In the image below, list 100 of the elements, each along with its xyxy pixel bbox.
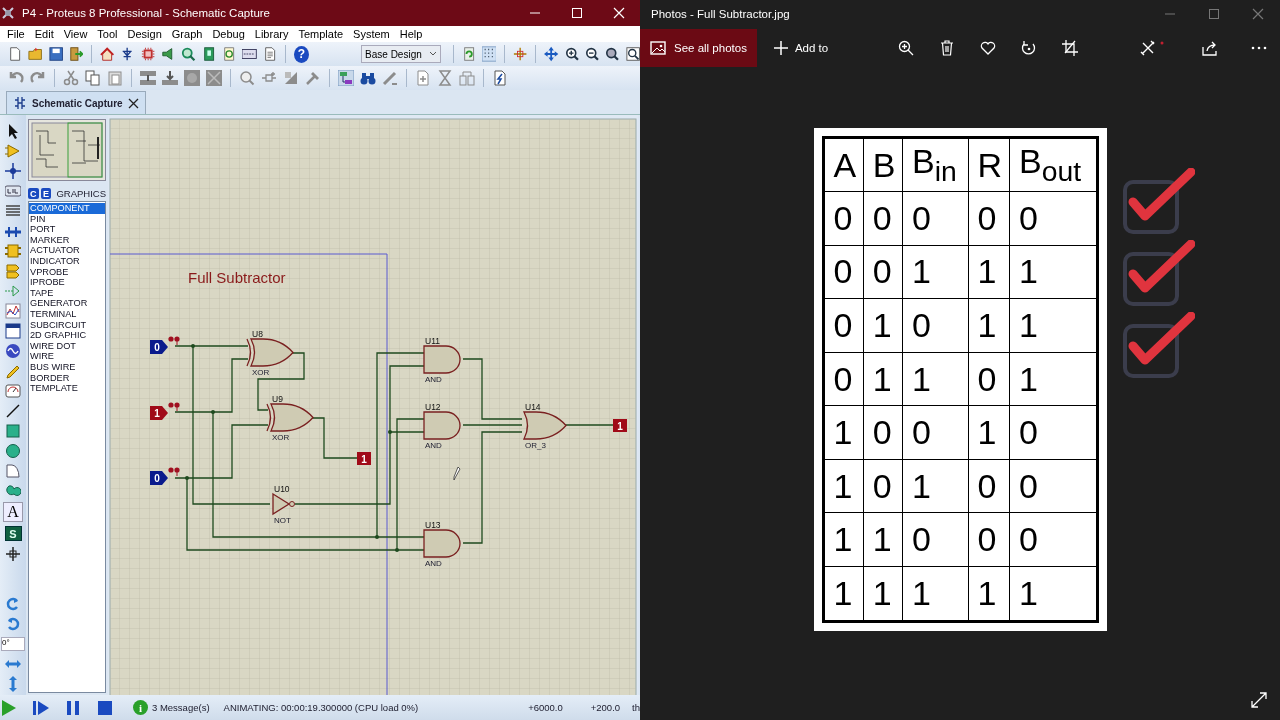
paste-icon[interactable] [107,70,123,86]
message-count[interactable]: 3 Message(s) [152,702,210,713]
junction-icon[interactable] [5,163,21,179]
help-button[interactable]: ? [293,45,310,63]
scissors-icon[interactable] [63,70,79,86]
list-item[interactable]: PORT [29,224,105,235]
document-icon[interactable] [262,46,277,62]
copy-icon[interactable] [85,70,101,86]
menu-item[interactable]: System [348,28,395,40]
meter-icon[interactable] [5,383,21,399]
document-tab[interactable]: Schematic Capture [6,91,146,114]
edit-icon[interactable] [1140,40,1166,56]
menu-item[interactable]: Help [394,28,428,40]
script-icon[interactable] [5,203,21,219]
list-item[interactable]: MARKER [29,234,105,246]
rectangle-icon[interactable] [5,423,21,439]
path-icon[interactable] [5,483,21,499]
text-tool-button[interactable]: A [3,502,23,522]
play-icon[interactable] [0,698,18,717]
subcircuit-icon[interactable] [5,243,21,259]
angle-field[interactable]: 0° [1,637,25,651]
door-icon[interactable] [68,46,84,62]
menu-item[interactable]: Design [122,28,167,40]
menu-item[interactable]: View [58,28,93,40]
menu-item[interactable]: Library [249,28,294,40]
binoculars-icon[interactable] [360,70,376,86]
terminal-icon[interactable] [5,263,21,279]
list-item[interactable]: WIRE [29,351,105,362]
display-icon[interactable] [242,46,257,62]
list-item[interactable]: PIN [29,213,105,225]
list-item[interactable]: WIRE DOT [29,340,105,352]
rotate-clockwise-icon[interactable] [5,596,21,612]
hammer-icon[interactable] [305,70,321,86]
mode-button[interactable]: E [40,188,52,199]
design-explorer-icon[interactable] [338,70,354,86]
list-item[interactable]: IPROBE [29,277,105,288]
list-item[interactable]: COMPONENT [29,203,105,214]
zoom-all-icon[interactable] [605,46,620,62]
zoom-area-icon[interactable] [625,46,640,62]
magnifier-icon[interactable] [181,46,196,62]
rotate-icon[interactable] [1021,40,1038,56]
overview-drawing[interactable] [28,119,106,181]
component-icon[interactable] [5,143,21,159]
list-item[interactable]: 2D GRAPHIC [29,330,105,341]
zoom-in-icon[interactable] [564,46,579,62]
arc-icon[interactable] [5,463,21,479]
input-terminal[interactable] [150,340,168,354]
mode-button[interactable]: C [28,188,39,199]
move-icon[interactable] [544,46,559,62]
folder-icon[interactable] [28,46,43,62]
graph-icon[interactable] [5,303,21,319]
pause-icon[interactable] [64,698,82,717]
circle-icon[interactable] [5,443,21,459]
list-item[interactable]: BORDER [29,372,105,384]
expand-icon[interactable] [1251,692,1267,708]
home-icon[interactable] [100,46,115,62]
menu-item[interactable]: Edit [29,28,59,40]
list-item[interactable]: BUS WIRE [29,361,105,373]
zoom-out-icon[interactable] [584,46,600,62]
menu-item[interactable]: Graph [166,28,208,40]
list-item[interactable]: TEMPLATE [29,383,105,394]
package-icon[interactable] [283,70,299,86]
grid-icon[interactable] [481,46,497,62]
probe-icon[interactable] [5,363,21,379]
block-move-icon[interactable] [162,70,178,86]
chip-icon[interactable] [140,46,156,62]
close-icon[interactable] [127,97,139,109]
heart-icon[interactable] [980,40,997,56]
refresh-icon[interactable] [461,46,476,62]
list-item[interactable]: TERMINAL [29,308,105,320]
pick-icon[interactable] [239,70,255,86]
list-item[interactable]: ACTUATOR [29,245,105,256]
line-tool-icon[interactable] [5,403,21,419]
board-icon[interactable] [201,46,216,62]
zoom-in-icon[interactable] [898,40,915,56]
delete-sheet-icon[interactable] [437,70,453,86]
marker-icon[interactable] [5,546,21,562]
delete-icon[interactable] [939,40,956,56]
list-item[interactable]: TAPE [29,287,105,299]
input-terminal[interactable] [150,406,168,420]
see-all-photos-button[interactable]: See all photos [640,29,757,67]
step-icon[interactable] [32,698,50,717]
netlist-icon[interactable] [492,70,508,86]
crosshair-icon[interactable] [513,46,528,62]
menu-item[interactable]: Tool [92,28,123,40]
list-item[interactable]: INDICATOR [29,255,105,267]
rotate-counterclockwise-icon[interactable] [5,616,21,632]
menu-item[interactable]: Template [293,28,349,40]
new-sheet-icon[interactable] [415,70,431,86]
list-item[interactable]: SUBCIRCUIT [29,319,105,331]
crop-icon[interactable] [1062,40,1079,56]
menu-item[interactable]: File [2,28,30,40]
symbol-tool-button[interactable]: S [4,526,22,541]
add-to-button[interactable]: Add to [766,39,835,57]
list-item[interactable]: VPROBE [29,266,105,278]
menu-item[interactable]: Debug [207,28,250,40]
input-terminal[interactable] [150,471,168,485]
diode-icon[interactable] [120,46,135,62]
new-file-icon[interactable] [8,46,23,62]
stop-icon[interactable] [96,698,114,717]
